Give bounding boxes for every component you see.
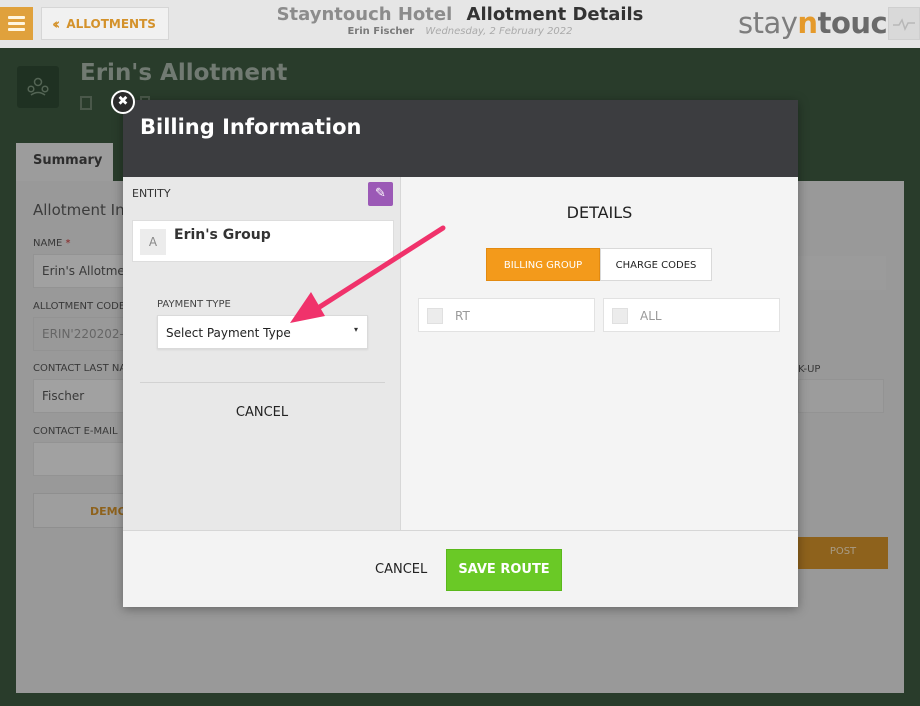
entity-name: Erin's Group [174, 227, 271, 243]
back-to-allotments-button[interactable]: ‹‹ ALLOTMENTS [41, 7, 169, 40]
modal-header: Billing Information [123, 100, 798, 177]
details-tabs: BILLING GROUP CHARGE CODES [486, 248, 712, 281]
close-icon: ✖ [117, 94, 129, 109]
billing-group-all-checkbox[interactable]: ALL [603, 298, 780, 332]
entity-column: ENTITY ✎ A Erin's Group PAYMENT TYPE Sel… [123, 177, 401, 530]
entity-label: ENTITY [132, 187, 171, 200]
user-name: Erin Fischer [347, 26, 415, 37]
modal-footer: CANCEL SAVE ROUTE [123, 530, 798, 607]
caret-down-icon: ▾ [353, 325, 358, 334]
page-title: Allotment Details [466, 4, 644, 25]
details-column: DETAILS BILLING GROUP CHARGE CODES RT AL… [401, 177, 798, 530]
stayntouch-logo: stayntouch [738, 6, 908, 40]
edit-entity-button[interactable]: ✎ [368, 182, 393, 206]
pencil-icon: ✎ [375, 186, 386, 201]
entity-card[interactable]: A Erin's Group [132, 220, 394, 262]
pulse-icon [893, 18, 915, 31]
checkbox-label-rt: RT [455, 309, 470, 323]
modal-title: Billing Information [140, 115, 362, 139]
payment-type-select[interactable]: Select Payment Type ▾ [157, 315, 368, 349]
checkbox-label-all: ALL [640, 309, 662, 323]
entity-avatar: A [140, 229, 166, 255]
cancel-entity-button[interactable]: CANCEL [123, 405, 401, 420]
payment-type-value: Select Payment Type [166, 326, 291, 340]
double-chevron-left-icon: ‹‹ [52, 14, 61, 33]
checkbox-icon [612, 308, 628, 324]
hamburger-menu-button[interactable] [0, 7, 33, 40]
cancel-button[interactable]: CANCEL [375, 562, 427, 577]
close-modal-button[interactable]: ✖ [111, 90, 135, 114]
page-header: Stayntouch Hotel Allotment Details Erin … [270, 4, 650, 37]
tab-billing-group[interactable]: BILLING GROUP [486, 248, 600, 281]
payment-type-label: PAYMENT TYPE [157, 299, 231, 310]
billing-group-rt-checkbox[interactable]: RT [418, 298, 595, 332]
business-date: Wednesday, 2 February 2022 [425, 26, 573, 37]
divider [140, 382, 385, 383]
back-button-label: ALLOTMENTS [66, 16, 156, 31]
hotel-name: Stayntouch Hotel [276, 4, 453, 25]
top-bar: ‹‹ ALLOTMENTS Stayntouch Hotel Allotment… [0, 0, 920, 48]
details-title: DETAILS [566, 203, 633, 222]
billing-information-modal: Billing Information ENTITY ✎ A Erin's Gr… [111, 90, 798, 607]
tab-charge-codes[interactable]: CHARGE CODES [600, 248, 712, 281]
activity-pulse-button[interactable] [888, 7, 920, 40]
checkbox-icon [427, 308, 443, 324]
save-route-button[interactable]: SAVE ROUTE [446, 549, 562, 591]
